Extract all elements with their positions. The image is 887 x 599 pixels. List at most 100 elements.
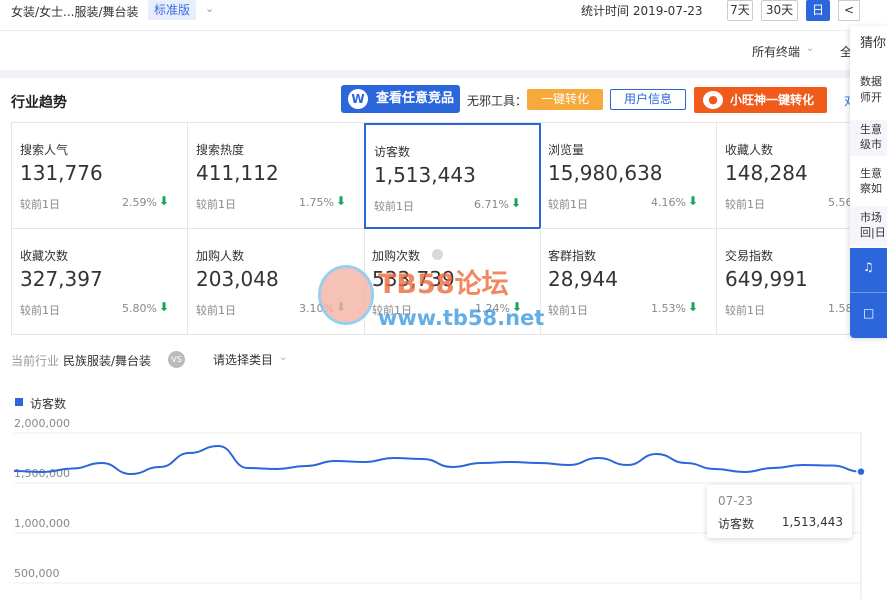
metric-label: 浏览量	[548, 143, 585, 157]
tools-label: 无邪工具：	[467, 94, 528, 108]
metric-value: 203,048	[196, 267, 279, 291]
data-point[interactable]	[567, 463, 571, 467]
terminal-select[interactable]: 所有终端	[752, 43, 800, 60]
side-actions: ♫ □	[850, 248, 887, 338]
metric-compare-label: 较前1日	[372, 304, 412, 317]
series-line[interactable]	[13, 444, 862, 476]
edition-badge: 标准版	[148, 0, 197, 20]
metric-label: 搜索热度	[196, 143, 245, 157]
metric-value: 533,739	[372, 267, 455, 291]
metric-card[interactable]: 收藏次数 327,397 较前1日 5.80% ⬇	[11, 229, 188, 335]
metric-value: 411,112	[196, 161, 279, 185]
tooltip-key: 访客数	[718, 517, 755, 531]
data-point[interactable]	[275, 467, 279, 471]
range-7d-button[interactable]: 7天	[727, 0, 753, 21]
data-point[interactable]	[713, 467, 717, 471]
side-item-text: 级市	[860, 138, 882, 151]
metric-value: 15,980,638	[548, 161, 663, 185]
data-point[interactable]	[70, 467, 74, 471]
data-point[interactable]	[684, 461, 688, 465]
metric-card[interactable]: 搜索人气 131,776 较前1日 2.59% ⬇	[11, 123, 188, 229]
view-competitor-button[interactable]: W 查看任意竞品	[341, 85, 460, 113]
data-point[interactable]	[596, 456, 600, 460]
range-30d-button[interactable]: 30天	[761, 0, 798, 21]
side-panel-title: 猜你	[860, 36, 887, 51]
data-point[interactable]	[856, 466, 866, 477]
chevron-down-icon[interactable]: ⌄	[806, 43, 814, 54]
prev-button[interactable]: <	[838, 0, 860, 21]
xiaowang-convert-button[interactable]: ● 小旺神一键转化	[694, 87, 827, 113]
data-point[interactable]	[216, 444, 220, 448]
data-point[interactable]	[538, 461, 542, 465]
user-info-button[interactable]: 用户信息	[610, 89, 686, 110]
metric-compare-label: 较前1日	[374, 200, 414, 213]
metric-value: 131,776	[20, 161, 103, 185]
range-day-button[interactable]: 日	[806, 0, 830, 21]
metric-label: 交易指数	[725, 249, 774, 263]
metric-card[interactable]: 访客数 1,513,443 较前1日 6.71% ⬇	[364, 123, 541, 229]
data-point[interactable]	[830, 464, 834, 468]
data-point[interactable]	[333, 459, 337, 463]
side-item[interactable]: 生意 级市	[850, 120, 887, 156]
chevron-down-icon[interactable]: ⌄	[205, 2, 214, 15]
data-point[interactable]	[421, 457, 425, 461]
data-point[interactable]	[801, 463, 805, 467]
metric-compare-label: 较前1日	[725, 198, 765, 211]
breadcrumb[interactable]: 女装/女士...服装/舞台装	[11, 3, 139, 20]
data-point[interactable]	[246, 466, 250, 470]
data-point[interactable]	[100, 461, 104, 465]
metric-change: 4.16%	[651, 196, 686, 209]
side-panel: 猜你 数据 师开 生意 级市 生意 察如 市场 回|日 ♫ □	[850, 26, 887, 338]
data-point[interactable]	[158, 465, 162, 469]
divider	[850, 292, 887, 293]
y-tick-label: 1,000,000	[14, 517, 70, 530]
top-bar: 女装/女士...服装/舞台装 标准版 ⌄ 统计时间 2019-07-23 7天 …	[0, 0, 887, 30]
data-point[interactable]	[771, 466, 775, 470]
arrow-down-icon: ⬇	[158, 194, 169, 208]
data-point[interactable]	[304, 464, 308, 468]
data-point[interactable]	[392, 456, 396, 460]
chat-icon[interactable]: □	[863, 306, 877, 320]
metric-compare-label: 较前1日	[196, 304, 236, 317]
data-point[interactable]	[129, 472, 133, 476]
metric-grid: 搜索人气 131,776 较前1日 2.59% ⬇ 搜索热度 411,112 较前1日 1.75…	[11, 122, 887, 335]
side-item[interactable]: 师开	[850, 90, 887, 105]
data-point[interactable]	[450, 465, 454, 469]
metric-label: 收藏人数	[725, 143, 774, 157]
metric-card[interactable]: 加购次数 533,739 较前1日 1.24% ⬇	[364, 229, 541, 335]
side-item-text: 回|日	[860, 226, 886, 239]
side-item-text: 生意	[860, 167, 882, 180]
side-item-text: 市场	[860, 211, 882, 224]
metric-compare-label: 较前1日	[20, 198, 60, 211]
one-click-convert-button[interactable]: 一键转化	[527, 89, 603, 110]
arrow-down-icon: ⬇	[335, 300, 346, 314]
side-item-text: 生意	[860, 123, 882, 136]
data-point[interactable]	[655, 452, 659, 456]
metric-card[interactable]: 客群指数 28,944 较前1日 1.53% ⬇	[540, 229, 717, 335]
data-point[interactable]	[479, 461, 483, 465]
eye-icon: W	[348, 89, 368, 109]
side-item[interactable]: 生意 察如	[850, 164, 887, 200]
help-icon[interactable]	[432, 249, 443, 260]
data-point[interactable]	[187, 451, 191, 455]
side-item[interactable]: 市场回|日	[850, 206, 887, 246]
metric-value: 327,397	[20, 267, 103, 291]
chevron-down-icon[interactable]: ⌄	[279, 352, 287, 363]
data-point[interactable]	[41, 470, 45, 474]
metric-card[interactable]: 浏览量 15,980,638 较前1日 4.16% ⬇	[540, 123, 717, 229]
view-competitor-label: 查看任意竞品	[376, 91, 455, 106]
tooltip-date: 07-23	[718, 494, 753, 508]
data-point[interactable]	[742, 470, 746, 474]
data-point[interactable]	[509, 460, 513, 464]
category-select[interactable]: 请选择类目	[213, 351, 273, 368]
data-point[interactable]	[12, 469, 16, 473]
data-point[interactable]	[362, 460, 366, 464]
metric-card[interactable]: 加购人数 203,048 较前1日 3.10% ⬇	[188, 229, 365, 335]
vs-badge: VS	[168, 351, 185, 368]
tooltip-value: 1,513,443	[781, 515, 843, 529]
metric-card[interactable]: 搜索热度 411,112 较前1日 1.75% ⬇	[188, 123, 365, 229]
bell-icon[interactable]: ♫	[863, 260, 877, 274]
arrow-down-icon: ⬇	[510, 196, 521, 210]
side-item[interactable]: 数据	[850, 74, 887, 89]
data-point[interactable]	[625, 463, 629, 467]
